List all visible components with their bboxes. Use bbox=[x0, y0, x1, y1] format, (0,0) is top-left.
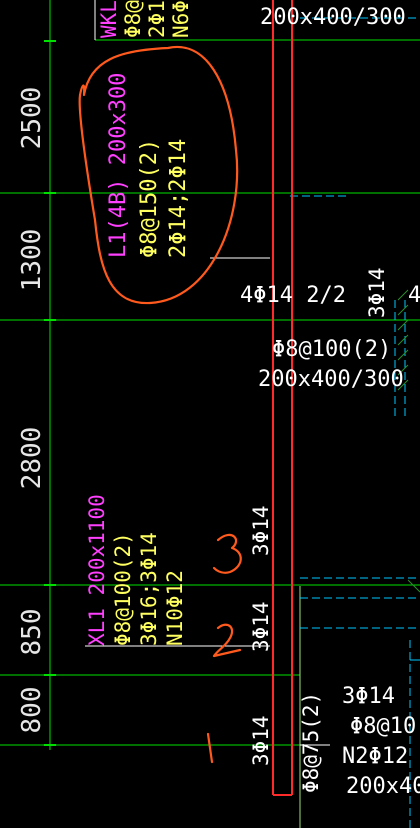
mid-beam-section: 200x400/300 bbox=[258, 367, 404, 392]
top-bars-label: 4Φ14 2/2 bbox=[240, 283, 346, 308]
wkl-section: 200x400/300 bbox=[260, 5, 406, 30]
right-col-bars-partial: 4 bbox=[408, 283, 420, 308]
wkl-side-bars: N6Φ bbox=[169, 0, 193, 38]
wkl-label: WKL bbox=[97, 0, 121, 38]
hatch-2 bbox=[397, 304, 409, 316]
xl1-name: XL1 200x1100 bbox=[85, 494, 109, 646]
mark-2-stroke bbox=[212, 623, 242, 658]
xl1-annotation: XL1 200x1100 Φ8@100(2) 3Φ16;3Φ14 N10Φ12 bbox=[85, 494, 187, 646]
dim-850: 850 bbox=[17, 609, 47, 656]
l1-name: L1(4B) 200x300 bbox=[106, 73, 131, 258]
hatch-5 bbox=[397, 349, 409, 361]
br-stirrup: Φ8@10 bbox=[350, 714, 416, 739]
xl1-stirrup: Φ8@100(2) bbox=[111, 532, 135, 646]
hatch-8 bbox=[407, 579, 420, 593]
mark-3: 3 bbox=[0, 0, 10, 4]
wkl-annotation: WKL Φ8@ 2Φ1 N6Φ bbox=[97, 0, 193, 38]
br-bars: 3Φ14 bbox=[342, 684, 395, 709]
hatch-1 bbox=[397, 289, 409, 301]
wkl-stirrup: Φ8@ bbox=[121, 0, 145, 38]
l1-stirrup: Φ8@150(2) bbox=[137, 139, 162, 258]
hatch-4 bbox=[397, 334, 409, 346]
cad-drawing-canvas: 2500 1300 2800 850 800 WKL Φ8@ 2Φ1 N6Φ 2… bbox=[0, 0, 420, 828]
hatch-3 bbox=[397, 319, 409, 331]
beam-outline bbox=[272, 0, 293, 796]
bottom-vertical-stirrup: Φ8@75(2) bbox=[299, 692, 323, 793]
l1-bars: 2Φ14;2Φ14 bbox=[166, 139, 191, 258]
annotation-marks: 1 2 3 bbox=[0, 0, 10, 4]
beam-bar-labels: 3Φ14 3Φ14 3Φ14 bbox=[249, 505, 273, 766]
mark-1-stroke bbox=[206, 732, 214, 764]
dim-2500: 2500 bbox=[17, 87, 47, 150]
dim-800: 800 bbox=[17, 687, 47, 734]
wkl-bars: 2Φ1 bbox=[145, 0, 169, 38]
hatched-column bbox=[397, 289, 420, 593]
br-section: 200x40 bbox=[346, 774, 420, 799]
xl1-bars: 3Φ16;3Φ14 bbox=[137, 532, 161, 646]
mid-beam-stirrup: Φ8@100(2) bbox=[272, 337, 391, 362]
br-side-bars: N2Φ12 bbox=[342, 744, 408, 769]
dim-1300: 1300 bbox=[17, 229, 47, 292]
bar-upper: 3Φ14 bbox=[249, 505, 273, 556]
dimension-labels: 2500 1300 2800 850 800 bbox=[17, 87, 47, 734]
bar-middle: 3Φ14 bbox=[249, 601, 273, 652]
l1-annotation: L1(4B) 200x300 Φ8@150(2) 2Φ14;2Φ14 bbox=[106, 73, 191, 258]
right-col-bars: 3Φ14 bbox=[365, 267, 389, 318]
dim-2800: 2800 bbox=[17, 427, 47, 490]
mark-3-stroke bbox=[212, 533, 242, 574]
bar-lower: 3Φ14 bbox=[249, 715, 273, 766]
bottom-right-annotation: 3Φ14 Φ8@10 N2Φ12 200x40 bbox=[342, 684, 420, 799]
xl1-side-bars: N10Φ12 bbox=[163, 570, 187, 646]
